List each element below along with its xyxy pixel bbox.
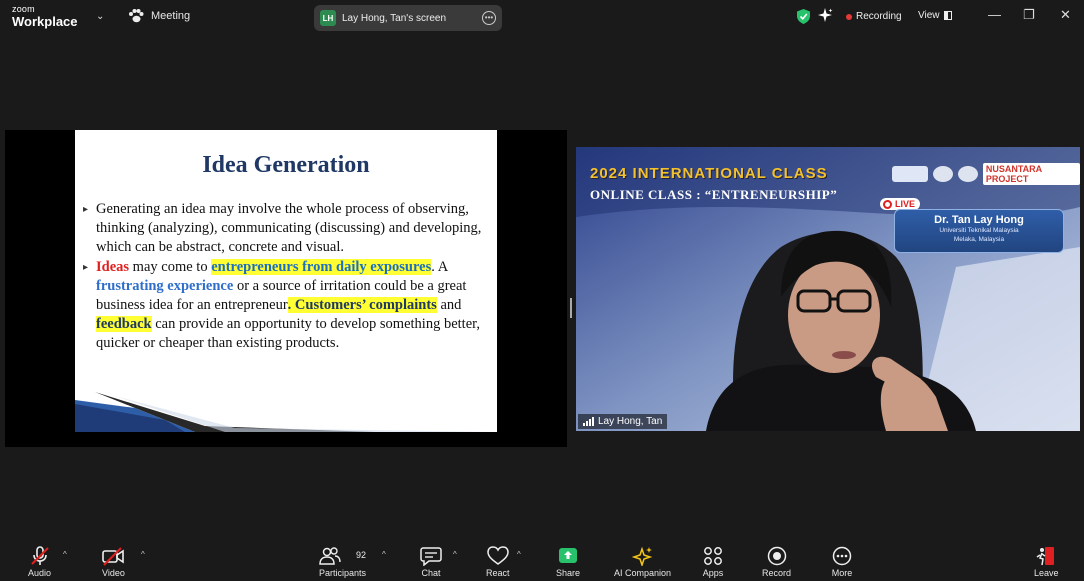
participant-video-tile[interactable]: 2024 INTERNATIONAL CLASS ONLINE CLASS : … (576, 147, 1080, 431)
shared-screen[interactable]: Idea Generation ▸ Generating an idea may… (5, 130, 567, 447)
close-button[interactable]: ✕ (1060, 8, 1071, 21)
bullet-2-text: . A (431, 259, 448, 275)
apps-icon (704, 547, 722, 565)
title-bar: zoom Workplace ⌄ Meeting LH Lay Hong, Ta… (0, 0, 1084, 35)
share-label: Share (556, 568, 581, 578)
audio-button[interactable]: Audio (28, 546, 51, 578)
react-label: React (486, 568, 510, 578)
apps-button[interactable]: Apps (702, 546, 724, 578)
view-label: View (918, 10, 940, 21)
ai-companion-button[interactable]: AI Companion (614, 546, 671, 578)
chat-options-caret[interactable]: ^ (453, 550, 457, 559)
react-options-caret[interactable]: ^ (517, 550, 521, 559)
more-options-icon[interactable]: ••• (482, 11, 496, 25)
bullet-1: ▸ Generating an idea may involve the who… (83, 200, 493, 257)
slide-bullets: ▸ Generating an idea may involve the who… (83, 200, 493, 354)
slide-title: Idea Generation (202, 152, 370, 178)
presentation-slide: Idea Generation ▸ Generating an idea may… (75, 130, 497, 432)
chevron-down-icon[interactable]: ⌄ (96, 11, 104, 22)
participants-options-caret[interactable]: ^ (382, 550, 386, 559)
speaker-figure (706, 230, 976, 431)
record-button[interactable]: Record (762, 546, 791, 578)
audio-label: Audio (28, 568, 52, 578)
apps-label: Apps (702, 568, 724, 578)
paw-icon (129, 9, 144, 23)
ai-companion-label: AI Companion (614, 568, 672, 578)
record-label: Record (762, 568, 792, 578)
bullet-2-text: may come to (129, 259, 212, 275)
audio-options-caret[interactable]: ^ (63, 550, 67, 559)
connection-signal-icon (583, 417, 594, 426)
highlight-feedback: feedback (96, 316, 152, 332)
leave-label: Leave (1034, 568, 1059, 578)
more-icon (832, 546, 852, 566)
minimize-button[interactable]: — (988, 8, 1001, 21)
video-button[interactable]: Video (102, 546, 125, 578)
meeting-label: Meeting (151, 10, 191, 22)
more-label: More (831, 568, 853, 578)
meeting-info-button[interactable]: Meeting (128, 9, 190, 23)
recording-label: Recording (856, 11, 902, 22)
chat-button[interactable]: Chat (420, 546, 442, 578)
view-button[interactable]: View (918, 10, 952, 21)
highlight-customers-complaints: . Customers’ complaints (287, 297, 437, 313)
screen-share-label: Lay Hong, Tan's screen (342, 12, 447, 24)
brand-big-text: Workplace (12, 14, 78, 29)
video-label: Video (102, 568, 125, 578)
frustrating-experience-text: frustrating experience (96, 278, 234, 294)
share-screen-icon (559, 548, 578, 563)
screen-share-pill[interactable]: LH Lay Hong, Tan's screen ••• (314, 5, 502, 31)
bullet-arrow-icon: ▸ (83, 262, 89, 273)
ideas-word: Ideas (96, 259, 130, 275)
maximize-button[interactable]: ❐ (1023, 8, 1035, 21)
participant-name-tag: Lay Hong, Tan (578, 414, 668, 429)
bullet-2-text: and (436, 297, 462, 313)
heart-icon (486, 546, 509, 565)
highlight-daily-exposures: entrepreneurs from daily exposures (211, 259, 432, 275)
zoom-workplace-logo[interactable]: zoom Workplace (12, 4, 78, 29)
participant-name: Lay Hong, Tan (598, 416, 663, 427)
mic-muted-icon (30, 546, 49, 565)
bullet-2: ▸ Ideas may come to entrepreneurs from d… (83, 258, 493, 353)
view-layout-icon (943, 11, 952, 20)
share-button[interactable]: Share (556, 546, 580, 578)
shield-check-icon[interactable] (797, 9, 810, 24)
more-button[interactable]: More (831, 546, 853, 578)
participants-count: 92 (356, 550, 367, 560)
slide-decoration (75, 392, 497, 432)
participants-label: Participants (319, 568, 367, 578)
camera-off-icon (102, 547, 125, 566)
record-icon (767, 546, 786, 566)
recording-indicator[interactable]: Recording (846, 11, 902, 22)
chat-label: Chat (421, 568, 441, 578)
video-options-caret[interactable]: ^ (141, 550, 145, 559)
bullet-1-text: Generating an idea may involve the whole… (96, 201, 482, 255)
recording-dot-icon (846, 13, 852, 20)
leave-button[interactable]: Leave (1034, 546, 1059, 578)
split-resize-handle[interactable] (570, 298, 572, 318)
avatar: LH (320, 10, 336, 26)
ai-sparkle-icon (631, 546, 652, 566)
brand-small-text: zoom (12, 4, 35, 14)
chat-icon (420, 547, 442, 566)
react-button[interactable]: React (486, 546, 510, 578)
participants-icon (318, 547, 341, 565)
sparkle-icon[interactable] (818, 8, 833, 23)
bullet-arrow-icon: ▸ (83, 204, 89, 215)
bullet-2-text: can provide an opportunity to develop so… (96, 316, 481, 351)
leave-door-icon (1036, 547, 1055, 566)
meeting-toolbar: Audio ^ Video ^ Participants 92 ^ Chat ^ (0, 540, 1084, 581)
